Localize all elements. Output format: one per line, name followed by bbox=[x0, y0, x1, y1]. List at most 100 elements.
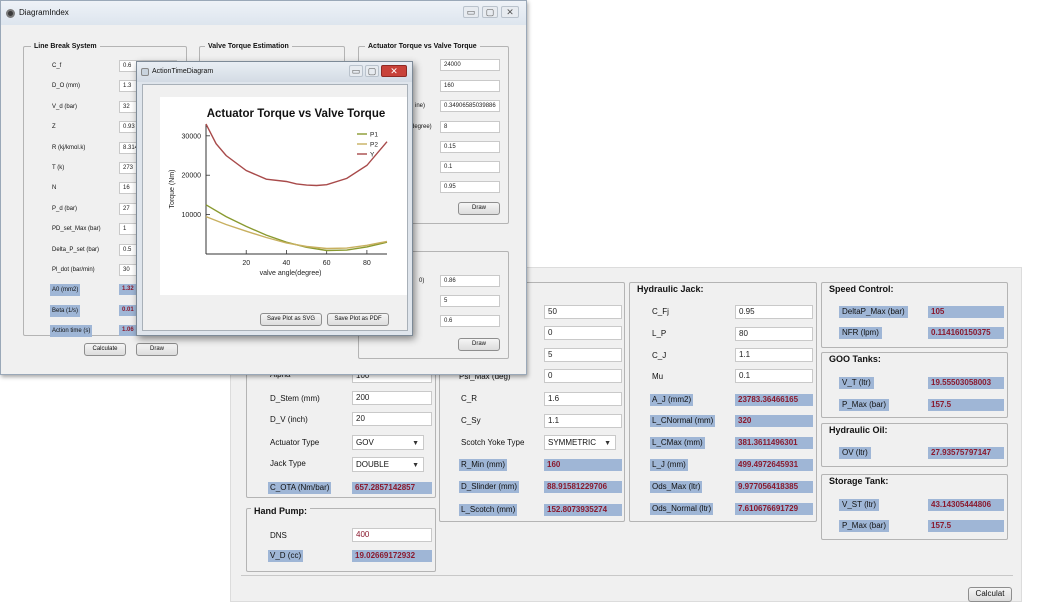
line-break-label: D_O (mm) bbox=[52, 83, 80, 90]
app-icon bbox=[6, 9, 15, 18]
c-fj-input[interactable]: 0.95 bbox=[735, 305, 813, 319]
psi-max-input[interactable]: 0 bbox=[544, 369, 622, 383]
line-break-label: Pl_dot (bar/min) bbox=[52, 267, 95, 273]
act-value-7[interactable]: 0.95 bbox=[440, 181, 500, 193]
jack-type-select[interactable]: DOUBLE ▼ bbox=[352, 457, 424, 472]
ods-max-label: Ods_Max (ltr) bbox=[650, 481, 703, 493]
minimize-button[interactable]: ▭ bbox=[463, 6, 479, 18]
act-row4-label: degree) bbox=[411, 124, 432, 130]
line-break-label: T (k) bbox=[52, 165, 65, 171]
dns-input[interactable]: 400 bbox=[352, 528, 432, 542]
lower-value-1[interactable]: 0.86 bbox=[440, 275, 500, 287]
yoke-type-select[interactable]: SYMMETRIC ▼ bbox=[544, 435, 616, 450]
valve-torque-title: Valve Torque Estimation bbox=[205, 41, 292, 53]
window-title: DiagramIndex bbox=[19, 8, 69, 17]
line-break-label: Z bbox=[52, 124, 56, 131]
l-p-input[interactable]: 80 bbox=[735, 327, 813, 341]
actuator-type-select[interactable]: GOV ▼ bbox=[352, 435, 424, 450]
c-r-label: C_R bbox=[461, 394, 478, 403]
goo-tanks-title: GOO Tanks: bbox=[826, 353, 884, 365]
draw-button-bottom[interactable]: Draw bbox=[458, 338, 500, 351]
line-break-label: Delta_P_set (bar) bbox=[52, 246, 100, 253]
act-value-2[interactable]: 160 bbox=[440, 80, 500, 92]
chevron-down-icon: ▼ bbox=[412, 440, 419, 447]
d-v-input[interactable]: 20 bbox=[352, 412, 432, 426]
c-ota-label: C_OTA (Nm/bar) bbox=[268, 482, 332, 494]
d-v-label: D_V (inch) bbox=[270, 415, 308, 424]
ov-label: OV (ltr) bbox=[839, 447, 871, 459]
atd-minimize-button[interactable]: ▭ bbox=[349, 65, 363, 77]
maximize-button[interactable]: ▢ bbox=[482, 6, 498, 18]
save-svg-button[interactable]: Save Plot as SVG bbox=[260, 313, 322, 326]
c-r-input[interactable]: 1.6 bbox=[544, 392, 622, 406]
speed-control-title: Speed Control: bbox=[826, 283, 897, 295]
dns-label: DNS bbox=[270, 531, 287, 540]
act-value-6[interactable]: 0.1 bbox=[440, 161, 500, 173]
c-j-input[interactable]: 1.1 bbox=[735, 348, 813, 362]
legend-label: P2 bbox=[370, 142, 378, 149]
jack-type-value: DOUBLE bbox=[356, 460, 389, 469]
line-break-label: P_d (bar) bbox=[52, 205, 78, 212]
a-j-output: 23783.36466165 bbox=[735, 394, 813, 406]
atd-close-button[interactable]: ✕ bbox=[381, 65, 407, 77]
y-tick-label: 20000 bbox=[182, 173, 202, 180]
act-value-3[interactable]: 0.34906585039886 bbox=[440, 100, 500, 112]
draw-button-right[interactable]: Draw bbox=[458, 202, 500, 215]
l-scotch-output: 152.8073935274 bbox=[544, 504, 622, 516]
ods-normal-output: 7.610676691729 bbox=[735, 503, 813, 515]
c-sy-input[interactable]: 1.1 bbox=[544, 414, 622, 428]
p-max-label: P_Max (bar) bbox=[839, 399, 890, 411]
x-tick-label: 20 bbox=[242, 260, 250, 267]
lower-value-2[interactable]: 5 bbox=[440, 295, 500, 307]
d-stem-label: D_Stem (mm) bbox=[270, 394, 320, 403]
content-divider bbox=[241, 575, 1013, 576]
hydraulic-oil-title: Hydraulic Oil: bbox=[826, 424, 891, 436]
deltap-max-output: 105 bbox=[928, 306, 1004, 318]
atd-maximize-button[interactable]: ▢ bbox=[365, 65, 379, 77]
hand-pump-title: Hand Pump: bbox=[251, 505, 310, 517]
act-value-1[interactable]: 24000 bbox=[440, 59, 500, 71]
legend-label: P1 bbox=[370, 132, 378, 139]
chart-title: Actuator Torque vs Valve Torque bbox=[207, 108, 386, 120]
action-time-window: ActionTimeDiagram ▭ ▢ ✕ Actuator Torque … bbox=[136, 61, 413, 336]
diagram-index-titlebar bbox=[1, 1, 526, 25]
r-min-label: R_Min (mm) bbox=[459, 459, 507, 471]
close-button[interactable]: ✕ bbox=[501, 6, 519, 18]
chevron-down-icon: ▼ bbox=[412, 462, 419, 469]
line-break-title: Line Break System bbox=[31, 41, 100, 53]
line-break-label: N bbox=[52, 185, 57, 192]
scotch-input-2[interactable]: 0 bbox=[544, 326, 622, 340]
scotch-input-1[interactable]: 50 bbox=[544, 305, 622, 319]
y-tick-label: 10000 bbox=[182, 212, 202, 219]
c-j-label: C_J bbox=[652, 351, 667, 360]
d-stem-input[interactable]: 200 bbox=[352, 391, 432, 405]
l-cmax-output: 381.3611496301 bbox=[735, 437, 813, 449]
l-cnormal-label: L_CNormal (mm) bbox=[650, 415, 716, 427]
l-scotch-label: L_Scotch (mm) bbox=[459, 504, 518, 516]
jack-type-label: Jack Type bbox=[270, 459, 306, 468]
atd-icon bbox=[141, 68, 149, 76]
l-j-label: L_J (mm) bbox=[650, 459, 688, 471]
calculate-button[interactable]: Calculat bbox=[968, 587, 1012, 602]
y-tick-label: 30000 bbox=[182, 133, 202, 140]
act-value-5[interactable]: 0.15 bbox=[440, 141, 500, 153]
lower-value-3[interactable]: 0.6 bbox=[440, 315, 500, 327]
v-t-label: V_T (ltr) bbox=[839, 377, 874, 389]
yoke-type-value: SYMMETRIC bbox=[548, 438, 596, 447]
l-p-label: L_P bbox=[652, 329, 667, 338]
p-max-output: 157.5 bbox=[928, 399, 1004, 411]
a-j-label: A_J (mm2) bbox=[650, 394, 694, 406]
act-value-4[interactable]: 8 bbox=[440, 121, 500, 133]
x-tick-label: 40 bbox=[283, 260, 291, 267]
mu-input[interactable]: 0.1 bbox=[735, 369, 813, 383]
scotch-input-3[interactable]: 5 bbox=[544, 348, 622, 362]
actuator-type-value: GOV bbox=[356, 438, 374, 447]
deltap-max-label: DeltaP_Max (bar) bbox=[839, 306, 908, 318]
save-pdf-button[interactable]: Save Plot as PDF bbox=[327, 313, 389, 326]
actuator-type-label: Actuator Type bbox=[270, 438, 320, 447]
calculate-button-left[interactable]: Calculate bbox=[84, 343, 126, 356]
draw-button-left[interactable]: Draw bbox=[136, 343, 178, 356]
line-break-output-label: A0 (mm2) bbox=[50, 284, 81, 297]
v-d-output: 19.02669172932 bbox=[352, 550, 432, 562]
x-tick-label: 80 bbox=[363, 260, 371, 267]
